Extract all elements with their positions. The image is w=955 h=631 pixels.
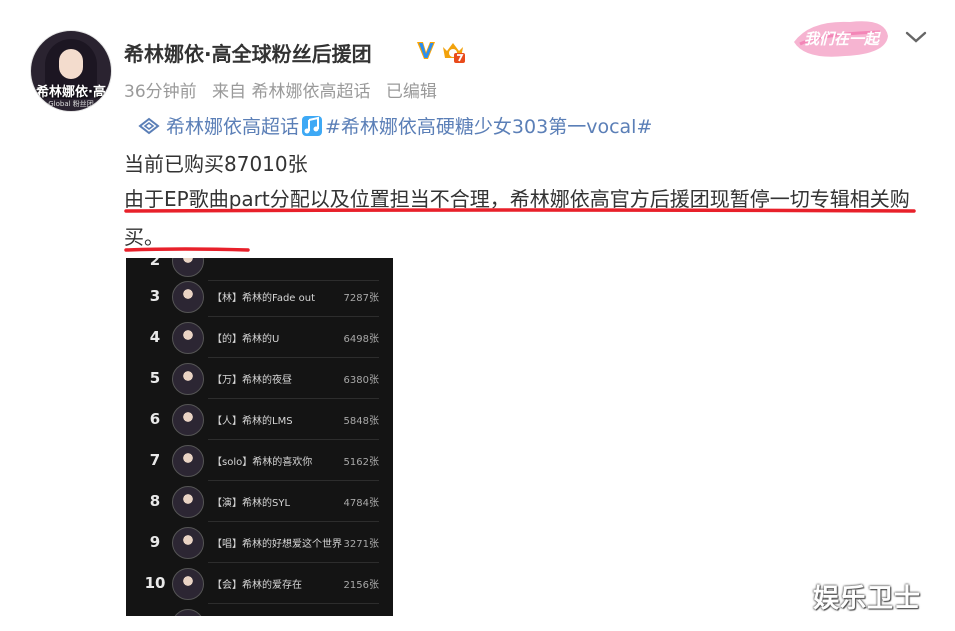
verified-v-icon: [417, 42, 435, 59]
album-count: 4784张: [343, 498, 379, 509]
highlight-underline: [124, 208, 916, 213]
album-title: 【唱】希林的好想爱这个世界: [212, 539, 342, 550]
album-count: 2156张: [343, 580, 379, 591]
leaderboard-row: 3 【林】希林的Fade out 7287张: [126, 276, 393, 317]
avatar-face: [59, 49, 83, 79]
leaderboard-row-partial: [126, 604, 393, 616]
album-thumb: [172, 486, 204, 518]
supertopic-link[interactable]: 希林娜依高超话: [166, 112, 299, 139]
album-thumb: [172, 527, 204, 559]
purchase-count-text: 当前已购买87010张: [124, 152, 308, 176]
avatar[interactable]: 希林娜依·高 Global 粉丝团: [30, 30, 112, 112]
album-thumb: [172, 258, 204, 277]
crown-badge-icon: [443, 43, 465, 63]
album-title: 【会】希林的爱存在: [212, 580, 302, 591]
highlight-underline: [124, 247, 250, 252]
album-thumb: [172, 609, 204, 616]
avatar-subtext: Global 粉丝团: [48, 100, 94, 108]
avatar-text: 希林娜依·高: [36, 85, 106, 100]
username[interactable]: 希林娜依·高全球粉丝后援团: [124, 38, 372, 67]
decorative-sticker: 我们在一起: [794, 21, 888, 57]
album-title: 【solo】希林的喜欢你: [212, 457, 313, 468]
leaderboard-row: 8 【演】希林的SYL 4784张: [126, 481, 393, 522]
leaderboard-row: 6 【人】希林的LMS 5848张: [126, 399, 393, 440]
leaderboard-row: 7 【solo】希林的喜欢你 5162张: [126, 440, 393, 481]
leaderboard-row: 10 【会】希林的爱存在 2156张: [126, 563, 393, 604]
album-thumb: [172, 281, 204, 313]
supertopic-ring-icon: [138, 117, 160, 134]
post-meta: 36分钟前 来自 希林娜依高超话 已编辑: [124, 77, 447, 102]
album-thumb: [172, 404, 204, 436]
album-count: 5848张: [343, 416, 379, 427]
post-edited[interactable]: 已编辑: [386, 82, 437, 102]
album-count: 6498张: [343, 334, 379, 345]
album-thumb: [172, 445, 204, 477]
embedded-leaderboard-image[interactable]: 2 3 【林】希林的Fade out 7287张 4 【的】希林的U 6498张…: [126, 258, 393, 616]
album-count: 6380张: [343, 375, 379, 386]
hashtag-link[interactable]: #希林娜依高硬糖少女303第一vocal#: [325, 112, 652, 139]
post-time[interactable]: 36分钟前: [124, 82, 197, 102]
album-count: 3271张: [343, 539, 379, 550]
album-thumb: [172, 568, 204, 600]
album-thumb: [172, 363, 204, 395]
album-title: 【万】希林的夜昼: [212, 375, 292, 386]
leaderboard-row: 4 【的】希林的U 6498张: [126, 317, 393, 358]
album-count: 5162张: [343, 457, 379, 468]
album-title: 【人】希林的LMS: [212, 416, 293, 427]
album-title: 【林】希林的Fade out: [212, 293, 316, 304]
album-title: 【的】希林的U: [212, 334, 280, 345]
announcement-text: 由于EP歌曲part分配以及位置担当不合理，希林娜依高官方后援团现暂停一切专辑相…: [124, 187, 910, 249]
chevron-down-icon[interactable]: [903, 28, 929, 46]
topic-tags: 希林娜依高超话 #希林娜依高硬糖少女303第一vocal#: [138, 112, 652, 139]
album-count: 7287张: [343, 293, 379, 304]
sticker-text: 我们在一起: [804, 30, 881, 48]
post-source[interactable]: 来自 希林娜依高超话: [212, 82, 370, 102]
album-title: 【演】希林的SYL: [212, 498, 291, 509]
leaderboard-row: 9 【唱】希林的好想爱这个世界 3271张: [126, 522, 393, 563]
leaderboard-row: 5 【万】希林的夜昼 6380张: [126, 358, 393, 399]
music-note-icon: [302, 115, 323, 136]
watermark: 娱乐卫士: [813, 584, 922, 614]
album-thumb: [172, 322, 204, 354]
